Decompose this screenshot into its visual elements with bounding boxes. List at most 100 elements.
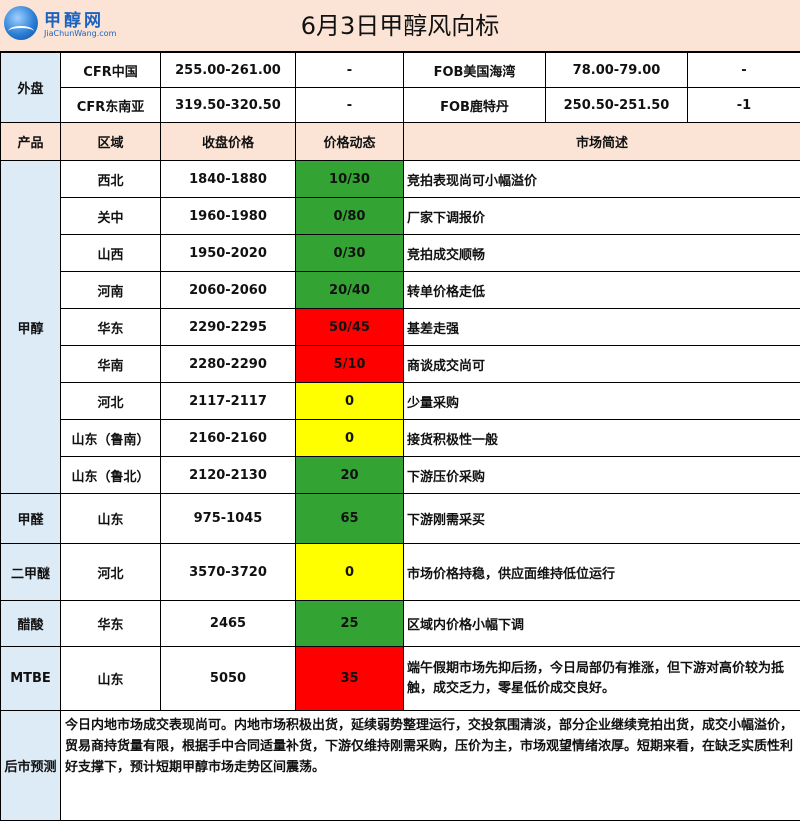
price-cell: 1950-2020 [161,235,296,272]
foreign-name: CFR中国 [61,53,161,88]
change-cell: 0/80 [296,198,404,235]
logo-url: JiaChunWang.com [44,29,116,38]
report-sheet: 6月3日甲醇风向标 甲醇网 JiaChunWang.com 外盘 CFR中国 2… [0,0,800,818]
forecast-row: 后市预测 今日内地市场成交表现尚可。内地市场积极出货，延续弱势整理运行，交投氛围… [1,711,800,821]
comment-cell: 市场价格持稳，供应面维持低位运行 [404,544,800,601]
globe-icon [4,6,38,40]
change-cell: 0/30 [296,235,404,272]
change-cell: 35 [296,647,404,711]
region-cell: 华东 [61,309,161,346]
foreign-change: - [296,53,404,88]
foreign-price: 255.00-261.00 [161,53,296,88]
price-cell: 2120-2130 [161,457,296,494]
forecast-label: 后市预测 [1,711,61,821]
price-cell: 975-1045 [161,494,296,544]
change-cell: 20/40 [296,272,404,309]
comment-cell: 下游刚需采买 [404,494,800,544]
comment-cell: 厂家下调报价 [404,198,800,235]
change-cell: 0 [296,544,404,601]
price-table: 外盘 CFR中国 255.00-261.00 - FOB美国海湾 78.00-7… [0,52,800,818]
table-row: 甲醇 西北 1840-1880 10/30 竞拍表现尚可小幅溢价 [1,161,800,198]
foreign-row-1: 外盘 CFR中国 255.00-261.00 - FOB美国海湾 78.00-7… [1,53,800,88]
product-acetic-acid: 醋酸 [1,601,61,647]
region-cell: 山东（鲁北） [61,457,161,494]
region-cell: 山东 [61,647,161,711]
foreign-name: FOB鹿特丹 [404,88,546,123]
change-cell: 0 [296,420,404,457]
product-mtbe: MTBE [1,647,61,711]
price-cell: 3570-3720 [161,544,296,601]
price-cell: 2280-2290 [161,346,296,383]
price-cell: 5050 [161,647,296,711]
site-logo[interactable]: 甲醇网 JiaChunWang.com [4,6,124,46]
col-header-product: 产品 [1,123,61,161]
foreign-name: FOB美国海湾 [404,53,546,88]
forecast-text: 今日内地市场成交表现尚可。内地市场积极出货，延续弱势整理运行，交投氛围清淡，部分… [61,711,800,821]
comment-cell: 区域内价格小幅下调 [404,601,800,647]
region-cell: 华南 [61,346,161,383]
table-row: 华东 2290-2295 50/45 基差走强 [1,309,800,346]
change-cell: 5/10 [296,346,404,383]
price-cell: 2160-2160 [161,420,296,457]
table-row: MTBE 山东 5050 35 端午假期市场先抑后扬，今日局部仍有推涨，但下游对… [1,647,800,711]
comment-cell: 少量采购 [404,383,800,420]
change-cell: 50/45 [296,309,404,346]
foreign-change: -1 [688,88,800,123]
col-header-region: 区域 [61,123,161,161]
region-cell: 山东（鲁南） [61,420,161,457]
table-row: 山西 1950-2020 0/30 竞拍成交顺畅 [1,235,800,272]
price-cell: 1960-1980 [161,198,296,235]
region-cell: 西北 [61,161,161,198]
comment-cell: 端午假期市场先抑后扬，今日局部仍有推涨，但下游对高价较为抵触，成交乏力，零星低价… [404,647,800,711]
change-cell: 25 [296,601,404,647]
product-methanol: 甲醇 [1,161,61,494]
change-cell: 10/30 [296,161,404,198]
product-dme: 二甲醚 [1,544,61,601]
change-cell: 0 [296,383,404,420]
table-row: 醋酸 华东 2465 25 区域内价格小幅下调 [1,601,800,647]
foreign-name: CFR东南亚 [61,88,161,123]
comment-cell: 商谈成交尚可 [404,346,800,383]
comment-cell: 竞拍表现尚可小幅溢价 [404,161,800,198]
col-header-change: 价格动态 [296,123,404,161]
foreign-price: 250.50-251.50 [546,88,688,123]
table-row: 河南 2060-2060 20/40 转单价格走低 [1,272,800,309]
region-cell: 关中 [61,198,161,235]
foreign-label: 外盘 [1,53,61,123]
region-cell: 华东 [61,601,161,647]
column-header-row: 产品 区域 收盘价格 价格动态 市场简述 [1,123,800,161]
price-cell: 2060-2060 [161,272,296,309]
table-row: 甲醛 山东 975-1045 65 下游刚需采买 [1,494,800,544]
logo-name: 甲醇网 [44,6,104,31]
region-cell: 河北 [61,544,161,601]
region-cell: 河南 [61,272,161,309]
comment-cell: 下游压价采购 [404,457,800,494]
foreign-row-2: CFR东南亚 319.50-320.50 - FOB鹿特丹 250.50-251… [1,88,800,123]
comment-cell: 接货积极性一般 [404,420,800,457]
foreign-price: 319.50-320.50 [161,88,296,123]
comment-cell: 基差走强 [404,309,800,346]
table-row: 二甲醚 河北 3570-3720 0 市场价格持稳，供应面维持低位运行 [1,544,800,601]
table-row: 山东（鲁南） 2160-2160 0 接货积极性一般 [1,420,800,457]
foreign-price: 78.00-79.00 [546,53,688,88]
price-cell: 2290-2295 [161,309,296,346]
table-row: 山东（鲁北） 2120-2130 20 下游压价采购 [1,457,800,494]
foreign-change: - [688,53,800,88]
price-cell: 2117-2117 [161,383,296,420]
product-formaldehyde: 甲醛 [1,494,61,544]
col-header-comment: 市场简述 [404,123,800,161]
table-row: 华南 2280-2290 5/10 商谈成交尚可 [1,346,800,383]
foreign-change: - [296,88,404,123]
col-header-price: 收盘价格 [161,123,296,161]
price-cell: 2465 [161,601,296,647]
region-cell: 山东 [61,494,161,544]
table-row: 关中 1960-1980 0/80 厂家下调报价 [1,198,800,235]
region-cell: 河北 [61,383,161,420]
comment-cell: 竞拍成交顺畅 [404,235,800,272]
change-cell: 20 [296,457,404,494]
comment-cell: 转单价格走低 [404,272,800,309]
change-cell: 65 [296,494,404,544]
region-cell: 山西 [61,235,161,272]
table-row: 河北 2117-2117 0 少量采购 [1,383,800,420]
price-cell: 1840-1880 [161,161,296,198]
